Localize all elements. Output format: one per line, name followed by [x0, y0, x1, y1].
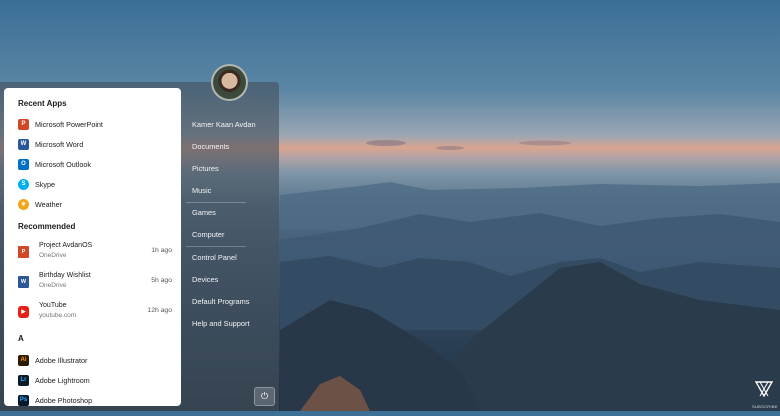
subscribe-label: SUBSCRIBE — [752, 404, 778, 409]
recommended-time: 12h ago — [147, 307, 172, 314]
weather-icon: ☀ — [18, 198, 29, 210]
menu-documents[interactable]: Documents — [192, 142, 229, 151]
app-label: Microsoft Word — [35, 139, 84, 149]
illustrator-icon: Ai — [18, 354, 29, 366]
app-adobe-illustrator[interactable]: Ai Adobe Illustrator — [18, 352, 178, 368]
powerpoint-file-icon: P — [18, 246, 29, 258]
alpha-group-heading: A — [18, 334, 24, 343]
app-label: Microsoft PowerPoint — [35, 119, 103, 129]
user-name[interactable]: Kamer Kaan Avdan — [192, 120, 256, 129]
menu-music[interactable]: Music — [192, 186, 211, 195]
recommended-name: Birthday Wishlist — [39, 272, 91, 279]
recommended-time: 1h ago — [151, 247, 172, 254]
channel-logo-icon — [754, 381, 774, 398]
app-label: Adobe Photoshop — [35, 395, 93, 405]
menu-control-panel[interactable]: Control Panel — [192, 253, 237, 262]
recommended-source: youtube.com — [39, 312, 77, 319]
app-adobe-photoshop[interactable]: Ps Adobe Photoshop — [18, 392, 178, 406]
recent-app-outlook[interactable]: O Microsoft Outlook — [18, 156, 178, 172]
recommended-source: OneDrive — [39, 252, 67, 259]
recommended-item[interactable]: W Birthday Wishlist OneDrive 5h ago — [18, 272, 172, 294]
youtube-icon: ▶ — [18, 306, 29, 318]
menu-pictures[interactable]: Pictures — [192, 164, 219, 173]
outlook-icon: O — [18, 158, 29, 170]
start-left-panel: Recent Apps P Microsoft PowerPoint W Mic… — [4, 88, 181, 406]
recommended-item[interactable]: P Project AvdanOS OneDrive 1h ago — [18, 242, 172, 264]
channel-watermark[interactable]: SUBSCRIBE — [752, 380, 778, 409]
menu-divider — [186, 202, 246, 203]
recommended-item[interactable]: ▶ YouTube youtube.com 12h ago — [18, 302, 172, 324]
recent-app-skype[interactable]: S Skype — [18, 176, 178, 192]
app-adobe-lightroom[interactable]: Lr Adobe Lightroom — [18, 372, 178, 388]
app-label: Adobe Illustrator — [35, 355, 88, 365]
word-file-icon: W — [18, 276, 29, 288]
lightroom-icon: Lr — [18, 374, 29, 386]
power-icon: ⏻ — [260, 391, 269, 401]
recent-app-weather[interactable]: ☀ Weather — [18, 196, 178, 212]
photoshop-icon: Ps — [18, 394, 29, 406]
app-label: Weather — [35, 199, 63, 209]
recommended-time: 5h ago — [151, 277, 172, 284]
menu-divider — [186, 246, 246, 247]
word-icon: W — [18, 138, 29, 150]
power-button[interactable]: ⏻ — [254, 387, 275, 406]
app-label: Microsoft Outlook — [35, 159, 91, 169]
recommended-source: OneDrive — [39, 282, 67, 289]
skype-icon: S — [18, 178, 29, 190]
recommended-name: YouTube — [39, 302, 67, 309]
menu-games[interactable]: Games — [192, 208, 216, 217]
recent-app-powerpoint[interactable]: P Microsoft PowerPoint — [18, 116, 178, 132]
menu-devices[interactable]: Devices — [192, 275, 218, 284]
recommended-name: Project AvdanOS — [39, 242, 93, 249]
menu-default-programs[interactable]: Default Programs — [192, 297, 250, 306]
app-label: Adobe Lightroom — [35, 375, 90, 385]
recommended-heading: Recommended — [18, 222, 76, 231]
menu-help-support[interactable]: Help and Support — [192, 319, 250, 328]
user-avatar[interactable] — [211, 64, 248, 101]
recent-app-word[interactable]: W Microsoft Word — [18, 136, 178, 152]
powerpoint-icon: P — [18, 118, 29, 130]
menu-computer[interactable]: Computer — [192, 230, 224, 239]
recent-apps-heading: Recent Apps — [18, 99, 67, 108]
app-label: Skype — [35, 179, 55, 189]
